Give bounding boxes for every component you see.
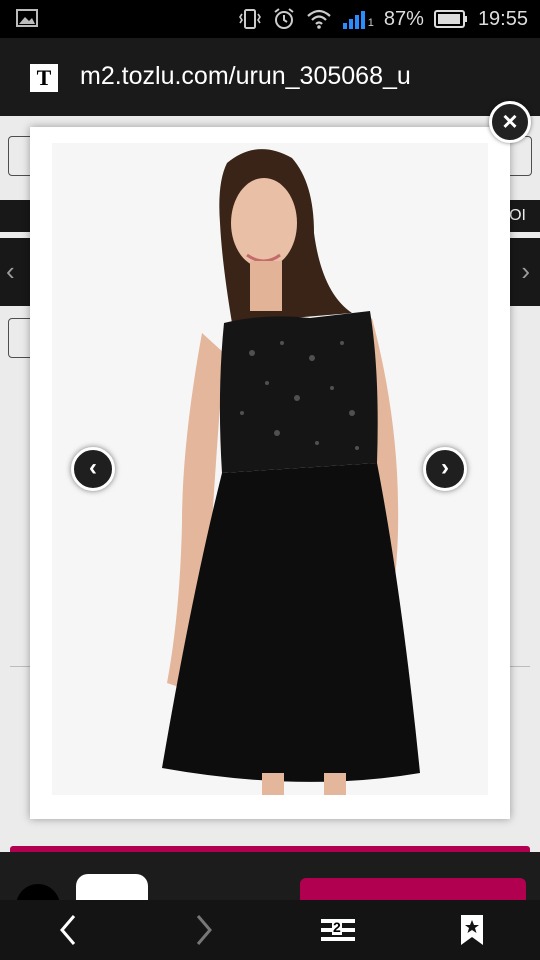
back-button[interactable]: [50, 910, 86, 950]
bookmark-star-icon: [461, 915, 483, 945]
clock-time: 19:55: [477, 7, 528, 30]
battery-icon: [433, 10, 467, 28]
bookmarks-button[interactable]: [456, 910, 488, 950]
previous-image-button[interactable]: ‹: [71, 447, 115, 491]
close-button[interactable]: ×: [489, 101, 531, 143]
signal-icon: 1: [342, 9, 374, 29]
back-arrow-icon: [60, 915, 76, 945]
next-image-button[interactable]: ›: [423, 447, 467, 491]
battery-percent: 87%: [383, 7, 424, 30]
browser-url-bar[interactable]: T m2.tozlu.com/urun_305068_u: [0, 38, 540, 116]
status-bar: 1 87% 19:55: [0, 0, 540, 38]
forward-arrow-icon: [196, 915, 212, 945]
tab-count: 2: [332, 919, 342, 935]
signal-sim-label: 1: [367, 17, 374, 29]
alarm-icon: [274, 8, 294, 29]
bottom-action-strip: [0, 852, 540, 928]
browser-nav-bar: 2: [0, 900, 540, 960]
url-text[interactable]: m2.tozlu.com/urun_305068_u: [80, 62, 411, 91]
site-favicon-icon: T: [30, 64, 58, 92]
gallery-notification-icon: [16, 9, 38, 27]
tabs-button[interactable]: 2: [316, 910, 360, 950]
vibrate-icon: [238, 9, 261, 29]
forward-button[interactable]: [186, 910, 222, 950]
wifi-icon: [307, 9, 331, 29]
